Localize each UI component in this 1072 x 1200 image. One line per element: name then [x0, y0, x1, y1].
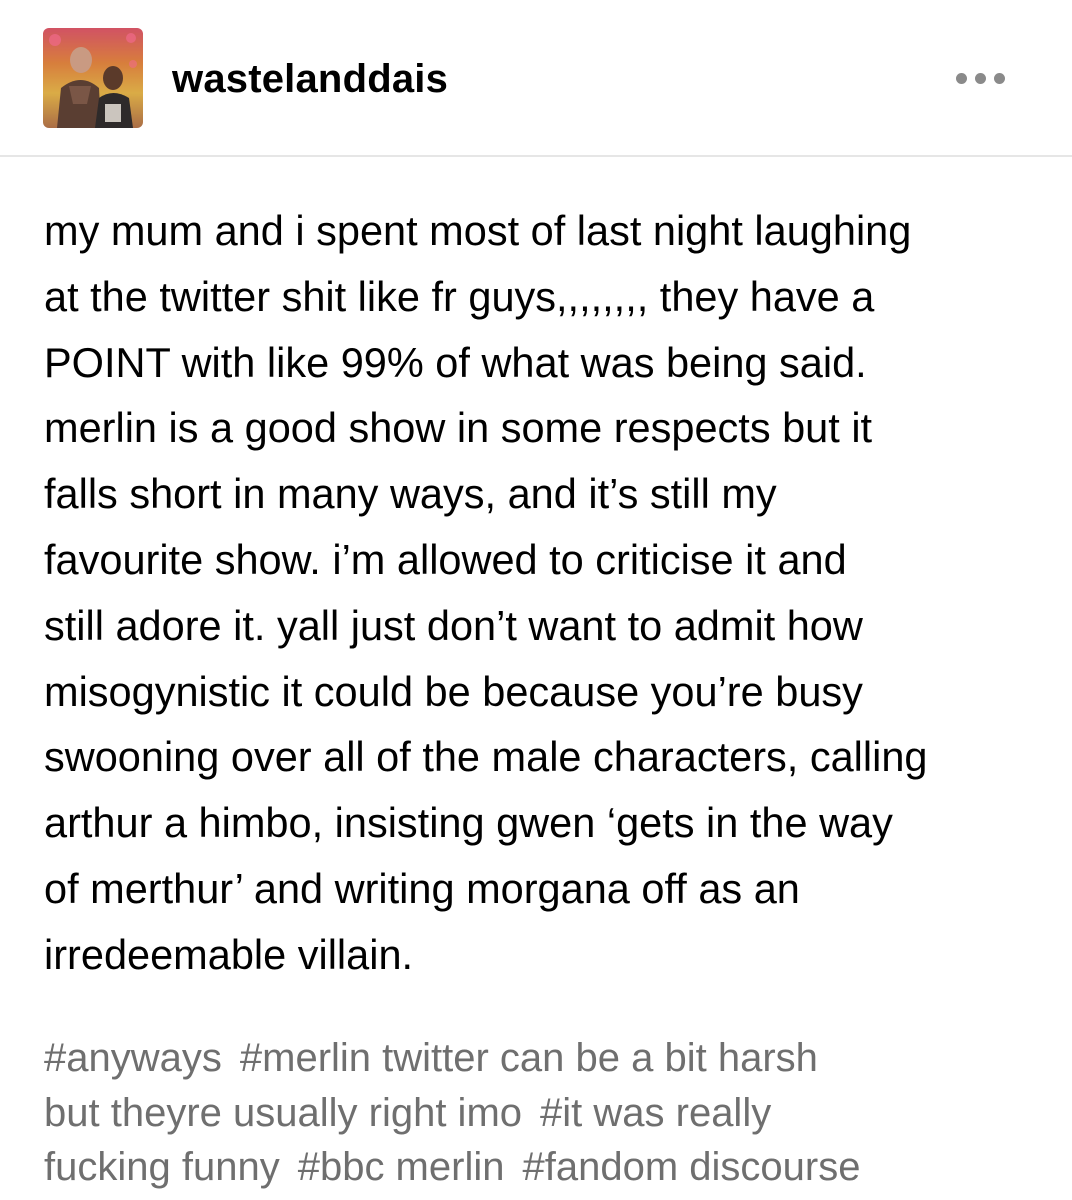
- ellipsis-icon: [974, 72, 986, 84]
- post-text-line: at the twitter shit like fr guys,,,,,,,,…: [44, 272, 875, 320]
- tag-link[interactable]: #bbc merlin: [298, 1145, 505, 1189]
- tag-line: #anyways #merlin twitter can be a bit har…: [44, 1031, 1054, 1086]
- post-text-line: irredeemable villain.: [44, 930, 414, 978]
- tag-link[interactable]: #merlin twitter can be a bit harsh: [240, 1036, 818, 1080]
- post-text-line: misogynistic it could be because you’re …: [44, 667, 863, 715]
- post-text-line: still adore it. yall just don’t want to …: [44, 601, 863, 649]
- tag-link[interactable]: #fandom discourse: [522, 1145, 860, 1189]
- tag-line: fucking funny #bbc merlin #fandom discours…: [44, 1140, 1054, 1195]
- post-body: my mum and i spent most of last night la…: [44, 198, 1049, 988]
- avatar[interactable]: [43, 28, 143, 128]
- post-text-line: falls short in many ways, and it’s still…: [44, 470, 777, 518]
- post-text-line: swooning over all of the male characters…: [44, 733, 928, 781]
- tag-link[interactable]: fucking funny: [44, 1145, 280, 1189]
- tag-link[interactable]: but theyre usually right imo: [44, 1091, 522, 1135]
- tag-link[interactable]: #anyways: [44, 1036, 222, 1080]
- post-text-line: arthur a himbo, insisting gwen ‘gets in …: [44, 799, 893, 847]
- post-tags: #anyways #merlin twitter can be a bit har…: [44, 1031, 1054, 1195]
- post-text-line: my mum and i spent most of last night la…: [44, 207, 912, 254]
- tag-line: but theyre usually right imo #it was real…: [44, 1086, 1054, 1141]
- post-text-line: merlin is a good show in some respects b…: [44, 404, 873, 452]
- more-options-button[interactable]: [948, 62, 1012, 94]
- tag-link[interactable]: #it was really: [540, 1091, 771, 1135]
- ellipsis-icon: [955, 72, 967, 84]
- post-header: wastelanddais: [0, 0, 1072, 157]
- post-text-line: favourite show. i’m allowed to criticise…: [44, 535, 847, 583]
- post-text-line: POINT with like 99% of what was being sa…: [44, 338, 867, 386]
- ellipsis-icon: [993, 72, 1005, 84]
- avatar-image: [43, 28, 143, 128]
- post-text-line: of merthur’ and writing morgana off as a…: [44, 864, 800, 912]
- username[interactable]: wastelanddais: [172, 54, 448, 104]
